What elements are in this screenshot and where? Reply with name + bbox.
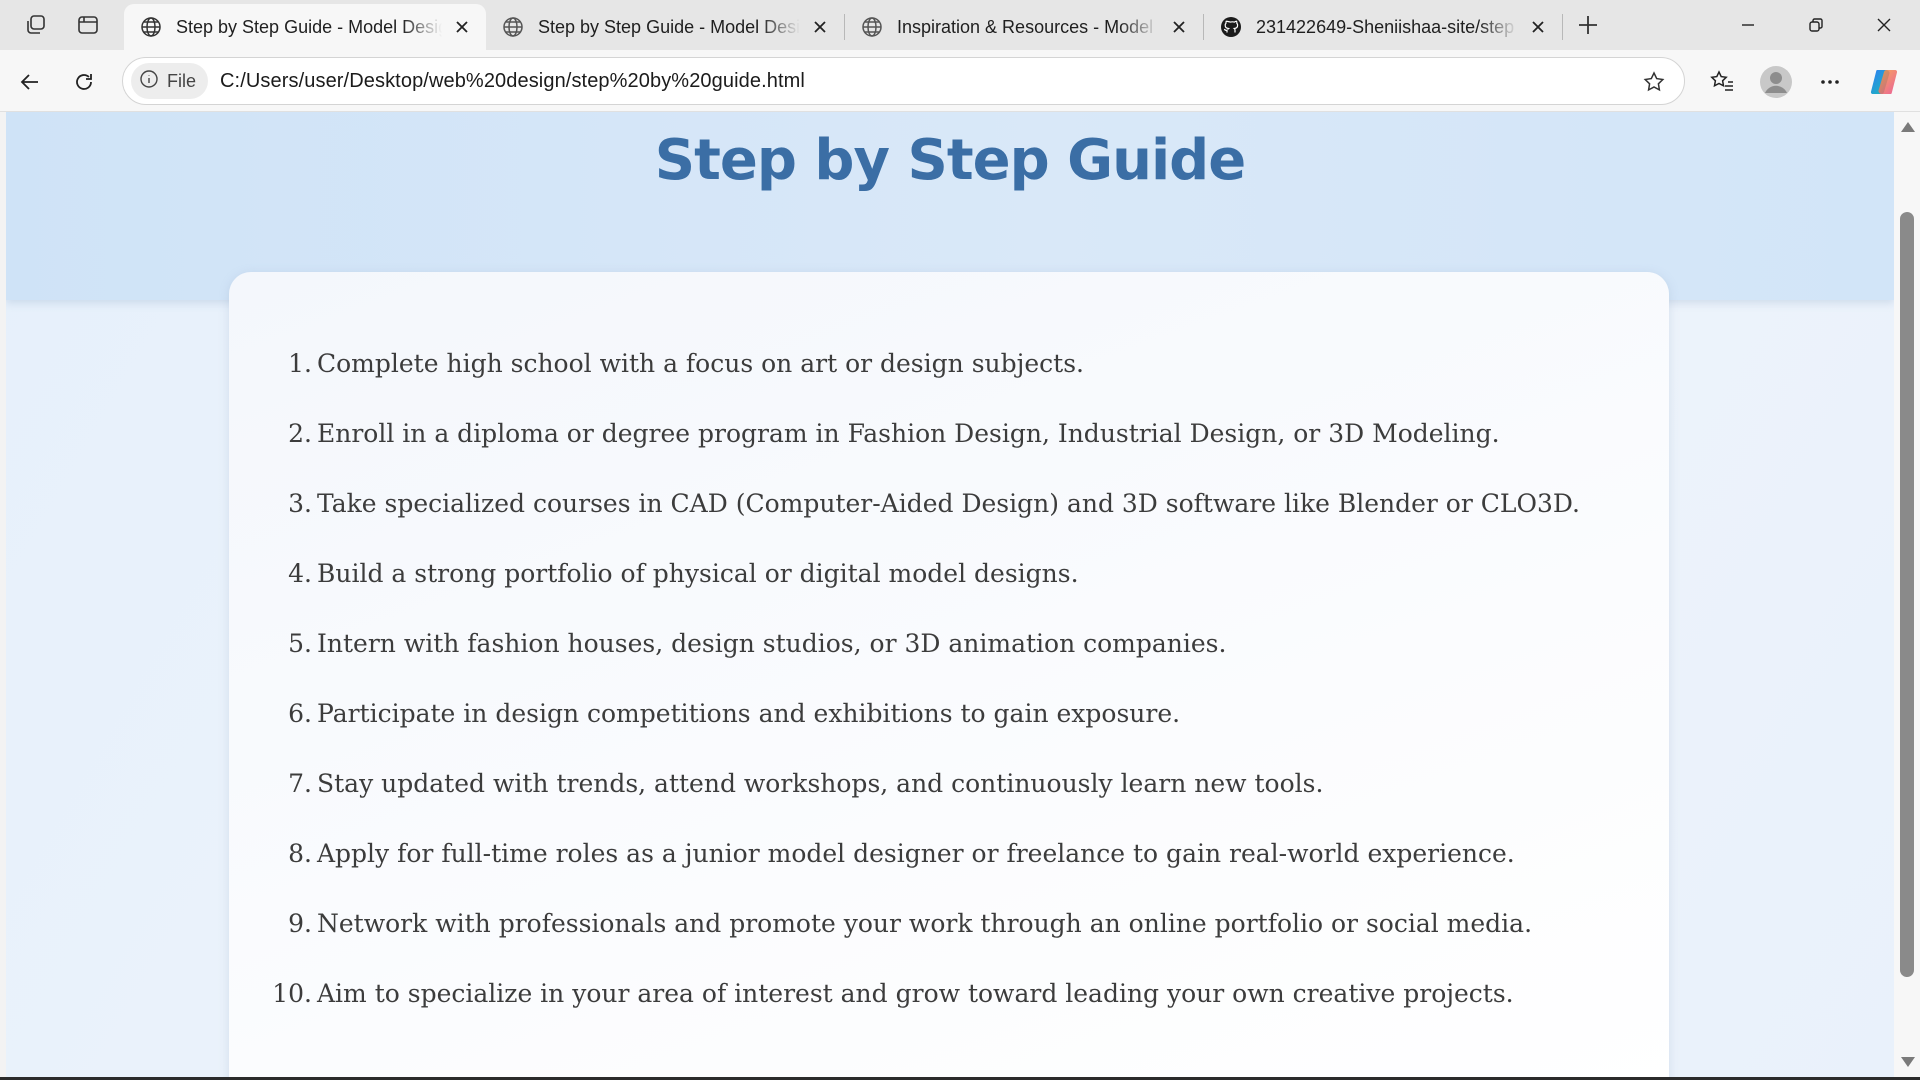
- list-item: 5. Intern with fashion houses, design stu…: [229, 608, 1669, 678]
- restore-icon[interactable]: [1782, 0, 1850, 50]
- steps-list: 1. Complete high school with a focus on a…: [229, 328, 1669, 1028]
- scrollbar-thumb[interactable]: [1900, 212, 1914, 977]
- step-number: 5.: [288, 628, 312, 658]
- tab-step-guide[interactable]: Step by Step Guide - Model Design: [486, 4, 844, 50]
- address-bar[interactable]: File C:/Users/user/Desktop/web%20design/…: [122, 57, 1685, 105]
- more-options-icon[interactable]: [1810, 62, 1850, 102]
- list-item: 8. Apply for full-time roles as a junior …: [229, 818, 1669, 888]
- step-number: 1.: [288, 348, 312, 378]
- close-window-icon[interactable]: [1850, 0, 1918, 50]
- back-icon[interactable]: [10, 62, 50, 102]
- step-text: Network with professionals and promote y…: [317, 908, 1533, 938]
- tab-title: Inspiration & Resources - Model Design: [897, 16, 1159, 37]
- step-text: Take specialized courses in CAD (Compute…: [317, 488, 1580, 518]
- close-icon[interactable]: [806, 13, 834, 41]
- steps-card: 1. Complete high school with a focus on a…: [229, 272, 1669, 1077]
- tab-title: 231422649-Sheniishaa-site/step by step g…: [1256, 16, 1518, 37]
- github-icon: [1218, 14, 1244, 40]
- step-number: 2.: [288, 418, 312, 448]
- favorites-icon[interactable]: [1702, 62, 1742, 102]
- refresh-icon[interactable]: [64, 62, 104, 102]
- step-text: Intern with fashion houses, design studi…: [317, 628, 1227, 658]
- close-icon[interactable]: [448, 13, 476, 41]
- minimize-icon[interactable]: [1714, 0, 1782, 50]
- scroll-down-arrow-icon[interactable]: [1901, 1057, 1915, 1067]
- workspaces-icon[interactable]: [18, 8, 54, 42]
- step-number: 4.: [288, 558, 312, 588]
- browser-toolbar: File C:/Users/user/Desktop/web%20design/…: [0, 50, 1920, 112]
- favorite-star-icon[interactable]: [1636, 64, 1672, 100]
- step-number: 3.: [288, 488, 312, 518]
- profile-avatar[interactable]: [1756, 62, 1796, 102]
- globe-icon: [500, 14, 526, 40]
- new-tab-icon[interactable]: [1570, 8, 1606, 42]
- list-item: 3. Take specialized courses in CAD (Compu…: [229, 468, 1669, 538]
- scroll-up-arrow-icon[interactable]: [1901, 122, 1915, 132]
- close-icon[interactable]: [1165, 13, 1193, 41]
- vertical-scrollbar[interactable]: [1894, 112, 1920, 1077]
- step-text: Enroll in a diploma or degree program in…: [317, 418, 1500, 448]
- tab-step-guide-active[interactable]: Step by Step Guide - Model Design: [124, 4, 486, 50]
- tab-actions-icon[interactable]: [70, 8, 106, 42]
- step-number: 9.: [288, 908, 312, 938]
- url-text[interactable]: C:/Users/user/Desktop/web%20design/step%…: [220, 70, 805, 93]
- close-icon[interactable]: [1524, 13, 1552, 41]
- page-title: Step by Step Guide: [654, 128, 1247, 193]
- step-text: Aim to specialize in your area of intere…: [317, 978, 1514, 1008]
- copilot-icon[interactable]: [1864, 62, 1904, 102]
- list-item: 7. Stay updated with trends, attend works…: [229, 748, 1669, 818]
- step-text: Stay updated with trends, attend worksho…: [317, 768, 1324, 798]
- list-item: 2. Enroll in a diploma or degree program …: [229, 398, 1669, 468]
- list-item: 9. Network with professionals and promote…: [229, 888, 1669, 958]
- step-text: Build a strong portfolio of physical or …: [317, 558, 1079, 588]
- file-chip-label: File: [167, 70, 197, 91]
- list-item: 4. Build a strong portfolio of physical o…: [229, 538, 1669, 608]
- list-item: 6. Participate in design competitions and…: [229, 678, 1669, 748]
- globe-icon: [138, 14, 164, 40]
- step-number: 10.: [272, 978, 312, 1008]
- step-text: Apply for full-time roles as a junior mo…: [317, 838, 1515, 868]
- step-text: Complete high school with a focus on art…: [317, 348, 1084, 378]
- list-item: 10. Aim to specialize in your area of int…: [229, 958, 1669, 1028]
- step-number: 7.: [288, 768, 312, 798]
- tab-title: Step by Step Guide - Model Design: [176, 16, 442, 37]
- page-viewport: Step by Step Guide 1. Complete high schoo…: [6, 112, 1894, 1077]
- step-number: 6.: [288, 698, 312, 728]
- tab-title: Step by Step Guide - Model Design: [538, 16, 800, 37]
- tab-separator: [1562, 14, 1563, 40]
- step-text: Participate in design competitions and e…: [317, 698, 1181, 728]
- tab-strip: Step by Step Guide - Model Design Step b…: [0, 0, 1920, 50]
- tab-inspiration[interactable]: Inspiration & Resources - Model Design: [845, 4, 1203, 50]
- list-item: 1. Complete high school with a focus on a…: [229, 328, 1669, 398]
- step-number: 8.: [288, 838, 312, 868]
- site-info-chip[interactable]: File: [131, 63, 209, 99]
- tab-github[interactable]: 231422649-Sheniishaa-site/step by step g…: [1204, 4, 1562, 50]
- info-icon: [139, 69, 159, 94]
- globe-icon: [859, 14, 885, 40]
